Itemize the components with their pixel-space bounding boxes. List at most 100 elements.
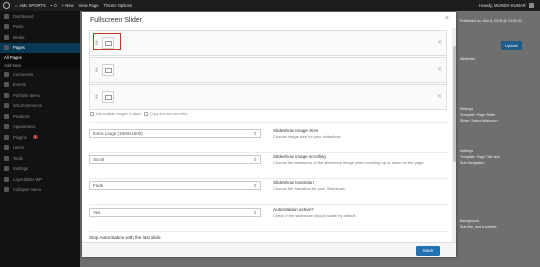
meta-line-7: Background xyxy=(460,219,480,223)
sidebar-item-posts[interactable]: Posts xyxy=(0,22,80,33)
woo-icon xyxy=(4,103,9,109)
slide-actions: Add multiple images to slider Copy and a… xyxy=(90,112,187,116)
slide-row[interactable]: ⇕ ✕ xyxy=(89,30,447,56)
transition-select[interactable]: Fade ⇕ xyxy=(89,181,261,190)
sidebar-item-label: Pages xyxy=(13,45,25,51)
sidebar-item-plugins[interactable]: Plugins 1 xyxy=(0,132,80,143)
delete-icon[interactable]: ✕ xyxy=(437,66,442,73)
scrollbar-thumb[interactable] xyxy=(452,46,456,162)
publish-date: Published on: Mar 8, 2015 @ 13:31:00 xyxy=(460,19,522,23)
meta-line-5: Template: Page Title and xyxy=(460,155,500,159)
sidebar-item-tools[interactable]: Tools xyxy=(0,153,80,164)
sidebar-item-label: Tools xyxy=(13,155,23,161)
meta-line-2: Template: Page Slider xyxy=(460,113,496,117)
copy-add-button[interactable]: Copy and and set entry xyxy=(144,112,187,116)
home-icon: ⌂ xyxy=(15,3,18,8)
site-name-link[interactable]: ⌂ eMc SPORTS xyxy=(15,3,46,8)
sidebar-item-label: Collapse menu xyxy=(13,187,41,193)
sidebar-item-add-new[interactable]: Add New xyxy=(0,61,80,69)
theme-options-link[interactable]: Theme Options xyxy=(104,3,133,8)
comment-bubble-icon: ▪ xyxy=(50,3,53,8)
sidebar-item-label: Media xyxy=(13,34,25,40)
brush-icon xyxy=(4,124,9,130)
delete-icon[interactable]: ✕ xyxy=(437,93,442,100)
settings-icon xyxy=(4,166,9,172)
collapse-icon xyxy=(4,187,9,193)
stop-autorotation-label: Stop Autorotation with the last slide xyxy=(89,235,161,240)
chevron-down-icon: ⇕ xyxy=(253,183,257,188)
image-size-select[interactable]: Extra Large (1500x1500) ⇕ xyxy=(89,129,261,138)
new-content-link[interactable]: + New xyxy=(62,3,74,8)
highlight-box xyxy=(93,33,121,50)
sidebar-item-label: WooCommerce xyxy=(13,103,43,109)
sidebar-item-label: Events xyxy=(13,82,26,88)
drag-handle-icon[interactable]: ⇕ xyxy=(94,67,99,74)
sidebar-item-layerslider-wp[interactable]: LayerSlider WP xyxy=(0,174,80,185)
meta-line-6: Sub Navigation xyxy=(460,161,485,165)
divider xyxy=(89,231,449,232)
update-count-badge: 1 xyxy=(32,135,38,140)
sidebar-item-portfolio-items[interactable]: Portfolio Items xyxy=(0,90,80,101)
sidebar-item-label: LayerSlider WP xyxy=(13,176,43,182)
setting-image-scrolling: Scroll ⇕ Slideshow image scrolling Choos… xyxy=(89,150,449,178)
right-meta-panel: Published on: Mar 8, 2015 @ 13:31:00 Upd… xyxy=(457,11,540,267)
pages-icon xyxy=(4,45,9,51)
sidebar-item-settings[interactable]: Settings xyxy=(0,164,80,175)
sidebar-item-label: Add New xyxy=(4,62,21,68)
update-button[interactable]: Update xyxy=(501,41,522,50)
media-icon xyxy=(4,34,9,40)
image-placeholder-icon[interactable] xyxy=(102,64,114,76)
add-icon xyxy=(90,112,94,116)
setting-image-size: Extra Large (1500x1500) ⇕ Slideshow Imag… xyxy=(89,124,449,152)
dashboard-icon xyxy=(4,13,9,19)
close-icon[interactable]: × xyxy=(445,15,449,22)
sidebar-item-collapse-menu[interactable]: Collapse menu xyxy=(0,185,80,196)
sidebar-item-appearance[interactable]: Appearance xyxy=(0,122,80,133)
slides-list: ⇕ ✕ ⇕ ✕ ⇕ ✕ xyxy=(89,30,447,110)
wordpress-logo-icon[interactable] xyxy=(3,2,10,9)
sidebar-item-media[interactable]: Media xyxy=(0,32,80,43)
image-scrolling-select[interactable]: Scroll ⇕ xyxy=(89,155,261,164)
sidebar-item-label: Users xyxy=(13,145,24,151)
sidebar-item-products[interactable]: Products xyxy=(0,111,80,122)
chevron-down-icon: ⇕ xyxy=(253,157,257,162)
plugin-icon xyxy=(4,134,9,140)
setting-title: Slideshow image scrolling xyxy=(273,154,326,159)
sidebar-item-comments[interactable]: Comments xyxy=(0,69,80,80)
wrench-icon xyxy=(4,155,9,161)
modal-scrollbar[interactable] xyxy=(452,28,456,242)
save-button[interactable]: Save xyxy=(416,245,440,256)
account-menu[interactable]: Howdy, MUNDH KUMAR xyxy=(479,3,534,9)
view-page-link[interactable]: View Page xyxy=(79,3,99,8)
sidebar-item-label: Settings xyxy=(13,166,29,172)
divider xyxy=(89,122,449,123)
sidebar-item-pages[interactable]: Pages xyxy=(0,42,80,53)
modal-title: Fullscreen Slider xyxy=(90,16,143,24)
comment-icon xyxy=(4,71,9,77)
sidebar-item-dashboard[interactable]: Dashboard xyxy=(0,11,80,22)
sidebar-item-woocommerce[interactable]: WooCommerce xyxy=(0,101,80,112)
slide-row[interactable]: ⇕ ✕ xyxy=(89,84,447,110)
sidebar-item-users[interactable]: Users xyxy=(0,143,80,154)
sidebar-item-label: Appearance xyxy=(13,124,36,130)
drag-handle-icon[interactable]: ⇕ xyxy=(94,94,99,101)
comments-link[interactable]: ▪ 0 xyxy=(51,3,57,8)
add-multiple-images-button[interactable]: Add multiple images to slider xyxy=(90,112,141,116)
autorotation-select[interactable]: Yes ⇕ xyxy=(89,208,261,217)
chevron-down-icon: ⇕ xyxy=(253,131,257,136)
setting-description: Check if the slideshow should rotate by … xyxy=(273,213,356,218)
setting-description: Choose the transition for your Slideshow… xyxy=(273,186,346,191)
portfolio-icon xyxy=(4,92,9,98)
calendar-icon xyxy=(4,82,9,88)
fullscreen-slider-modal: Fullscreen Slider × ⇕ ✕ ⇕ ✕ ⇕ ✕ Add mult… xyxy=(82,12,456,257)
slide-row[interactable]: ⇕ ✕ xyxy=(89,57,447,83)
delete-icon[interactable]: ✕ xyxy=(437,39,442,46)
chevron-down-icon: ⇕ xyxy=(253,210,257,215)
image-placeholder-icon[interactable] xyxy=(102,91,114,103)
meta-line-1: Settings xyxy=(460,107,473,111)
modal-footer: Save xyxy=(82,242,456,257)
sidebar-item-events[interactable]: Events xyxy=(0,80,80,91)
pin-icon xyxy=(4,24,9,30)
sidebar-item-label: Plugins xyxy=(13,134,27,140)
sidebar-item-all-pages[interactable]: All Pages xyxy=(0,53,80,61)
